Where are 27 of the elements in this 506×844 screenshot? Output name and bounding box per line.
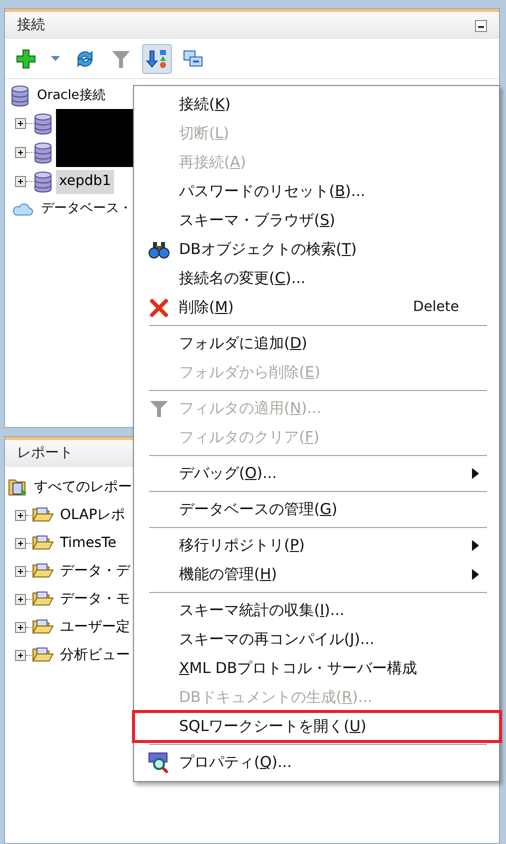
menu-item-label: 再接続(A)	[179, 152, 246, 174]
menu-item-label: フィルタの適用(N)...	[179, 398, 322, 420]
tree-label: データベース・	[41, 200, 132, 218]
shortcut-label: Delete	[413, 298, 459, 317]
panel-title: 接続	[17, 16, 45, 35]
menu-item-label: DBドキュメントの生成(R)...	[179, 687, 372, 708]
menu-item-label: 削除(M)	[179, 297, 234, 318]
menu-item-label: 接続名の変更(C)...	[179, 268, 306, 290]
menu-item-label: フィルタのクリア(F)	[179, 427, 320, 448]
menu-item-label: データベースの管理(G)	[179, 499, 338, 520]
menu-item-label: パスワードのリセット(B)...	[179, 181, 366, 202]
menu-item-label: スキーマの再コンパイル(J)...	[179, 629, 374, 650]
menu-item-label: 機能の管理(H)	[179, 564, 277, 586]
menu-item-label: 移行リポジトリ(P)	[179, 535, 305, 556]
menu-item-label: フォルダに追加(D)	[179, 333, 308, 354]
tree-label: Oracle接続	[37, 87, 106, 106]
menu-item-label: XML DBプロトコル・サーバー構成	[179, 658, 418, 680]
menu-item-label: DBオブジェクトの検索(T)	[179, 239, 357, 260]
menu-item-label: 切断(L)	[179, 123, 230, 144]
menu-item-label: 接続(K)	[179, 94, 231, 116]
menu-item-label: プロパティ(Q)...	[179, 752, 292, 774]
menu-item-label: デバッグ(O)...	[179, 463, 277, 484]
panel-title: レポート	[17, 444, 73, 463]
menu-item-label: フォルダから削除(E)	[179, 362, 320, 384]
menu-item-label: スキーマ・ブラウザ(S)	[179, 210, 336, 232]
menu-item-label: SQLワークシートを開く(U)	[179, 716, 366, 738]
menu-item-label: スキーマ統計の収集(I)...	[179, 600, 344, 622]
